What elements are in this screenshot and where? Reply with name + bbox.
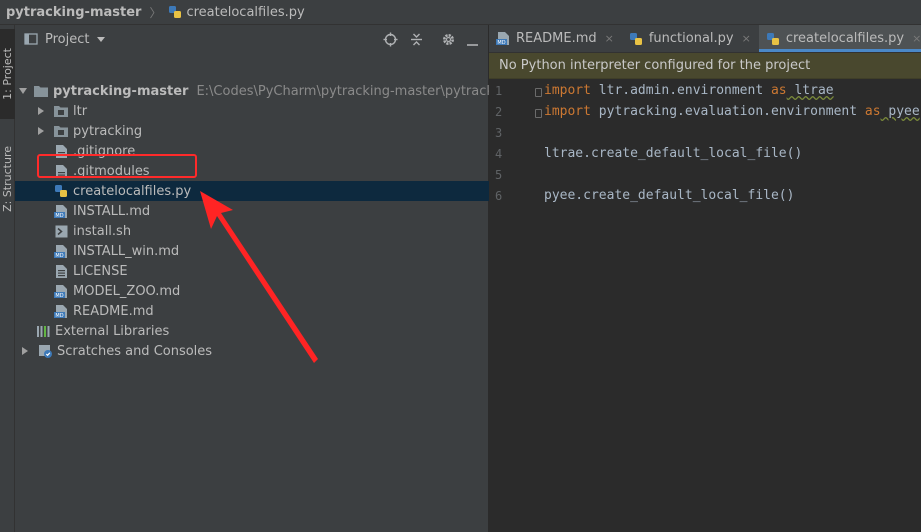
annotation-highlight-box xyxy=(37,154,197,178)
code-text: ltr.admin.environment xyxy=(590,83,771,98)
python-file-icon xyxy=(765,31,781,47)
tree-item-label: install.sh xyxy=(73,223,132,239)
libraries-icon xyxy=(35,323,51,339)
markdown-file-icon: MD xyxy=(53,203,69,219)
tab-label: createlocalfiles.py xyxy=(785,31,905,46)
keyword: import xyxy=(544,83,591,98)
fold-marker-icon[interactable] xyxy=(535,109,542,118)
close-icon[interactable]: × xyxy=(605,32,614,45)
tab-createlocalfiles[interactable]: createlocalfiles.py × xyxy=(758,25,921,52)
tool-window-project-tab[interactable]: 1: Project xyxy=(0,29,15,119)
folder-icon xyxy=(53,103,69,119)
tree-item-label: INSTALL.md xyxy=(73,203,151,219)
markdown-file-icon: MD xyxy=(495,31,511,47)
markdown-file-icon: MD xyxy=(53,283,69,299)
line-number-gutter: 1 2 3 4 5 6 xyxy=(489,80,529,532)
gear-icon[interactable] xyxy=(439,30,457,48)
tree-item-label: createlocalfiles.py xyxy=(73,183,192,199)
tab-label: functional.py xyxy=(648,31,734,46)
line-number: 6 xyxy=(495,189,503,203)
code-editor[interactable]: 1 2 3 4 5 6 import ltr.admin.environment… xyxy=(489,80,921,532)
close-icon[interactable]: × xyxy=(742,32,751,45)
svg-text:MD: MD xyxy=(55,253,63,259)
code-text: pytracking.evaluation.environment xyxy=(590,104,865,119)
tree-item-folder[interactable]: ltr xyxy=(15,101,489,121)
code-text: ltrae.create_default_local_file() xyxy=(544,146,803,161)
line-number: 1 xyxy=(495,84,503,98)
markdown-file-icon: MD xyxy=(53,303,69,319)
scratches-icon xyxy=(37,343,53,359)
expanded-arrow-icon[interactable] xyxy=(19,88,27,94)
left-tool-strip: 1: Project Z: Structure xyxy=(0,25,15,532)
banner-text: No Python interpreter configured for the… xyxy=(499,58,811,73)
code-line-1: import ltr.admin.environment as ltrae xyxy=(544,83,834,98)
keyword: as xyxy=(864,104,881,119)
tree-item-label: ltr xyxy=(73,103,88,119)
tree-item-label: MODEL_ZOO.md xyxy=(73,283,181,299)
code-text: ltrae xyxy=(786,83,834,98)
tab-readme[interactable]: MD README.md × xyxy=(489,25,622,52)
fold-marker-icon[interactable] xyxy=(535,88,542,97)
hide-panel-icon[interactable] xyxy=(463,30,481,48)
code-text: pyee xyxy=(880,104,920,119)
project-tool-window: Project pytracking-master E:\Codes\PyCha… xyxy=(15,25,551,532)
python-file-icon xyxy=(628,31,644,47)
annotation-arrow xyxy=(200,191,318,363)
tab-label: README.md xyxy=(516,31,597,46)
tab-functional[interactable]: functional.py × xyxy=(622,25,759,52)
tree-item-label: INSTALL_win.md xyxy=(73,243,180,259)
code-line-6: pyee.create_default_local_file() xyxy=(544,188,794,203)
code-text: pyee.create_default_local_file() xyxy=(544,188,795,203)
chevron-right-icon: 〉 xyxy=(149,5,162,20)
tree-item-label: External Libraries xyxy=(55,323,170,339)
panel-header-tools xyxy=(381,30,481,48)
line-number: 5 xyxy=(495,168,503,182)
tree-item-label: README.md xyxy=(73,303,154,319)
project-tab-label: 1: Project xyxy=(1,48,14,100)
folder-icon xyxy=(53,123,69,139)
editor-tabs: MD README.md × functional.py × createloc… xyxy=(489,25,921,53)
editor-area: MD README.md × functional.py × createloc… xyxy=(489,25,921,532)
svg-text:MD: MD xyxy=(55,313,63,319)
line-number: 2 xyxy=(495,105,503,119)
code-line-2: import pytracking.evaluation.environment… xyxy=(544,104,920,119)
line-number: 3 xyxy=(495,126,503,140)
collapsed-arrow-icon[interactable] xyxy=(19,347,31,355)
tree-item-label: pytracking xyxy=(73,123,143,139)
collapsed-arrow-icon[interactable] xyxy=(35,127,47,135)
svg-text:MD: MD xyxy=(55,213,63,219)
collapsed-arrow-icon[interactable] xyxy=(35,107,47,115)
shell-script-icon xyxy=(53,223,69,239)
tree-item-label: Scratches and Consoles xyxy=(57,343,213,359)
keyword: import xyxy=(544,104,591,119)
breadcrumb-project[interactable]: pytracking-master xyxy=(6,5,141,20)
keyword: as xyxy=(770,83,787,98)
markdown-file-icon: MD xyxy=(53,243,69,259)
folder-icon xyxy=(33,83,49,99)
code-line-4: ltrae.create_default_local_file() xyxy=(544,146,802,161)
text-file-icon xyxy=(53,263,69,279)
project-view-title[interactable]: Project xyxy=(45,32,89,47)
breadcrumb-file[interactable]: createlocalfiles.py xyxy=(167,4,305,20)
tree-item-label: pytracking-master xyxy=(53,83,189,99)
navigation-bar: pytracking-master 〉 createlocalfiles.py xyxy=(0,0,921,25)
project-panel-header: Project xyxy=(15,25,488,53)
project-view-icon xyxy=(23,31,39,47)
locate-file-icon[interactable] xyxy=(381,30,399,48)
svg-text:MD: MD xyxy=(55,293,63,299)
interpreter-warning-banner: No Python interpreter configured for the… xyxy=(489,53,921,79)
breadcrumb-file-label: createlocalfiles.py xyxy=(186,4,305,20)
python-file-icon xyxy=(167,4,183,20)
close-icon[interactable]: × xyxy=(912,32,921,45)
collapse-all-icon[interactable] xyxy=(407,30,425,48)
tree-item-root[interactable]: pytracking-master E:\Codes\PyCharm\pytra… xyxy=(15,81,551,101)
structure-tab-label: Z: Structure xyxy=(1,146,14,212)
chevron-down-icon[interactable] xyxy=(97,36,106,42)
tree-item-folder[interactable]: pytracking xyxy=(15,121,489,141)
tool-window-structure-tab[interactable]: Z: Structure xyxy=(0,131,15,227)
tree-item-label: LICENSE xyxy=(73,263,128,279)
line-number: 4 xyxy=(495,147,503,161)
python-file-icon xyxy=(53,183,69,199)
svg-text:MD: MD xyxy=(497,40,505,46)
